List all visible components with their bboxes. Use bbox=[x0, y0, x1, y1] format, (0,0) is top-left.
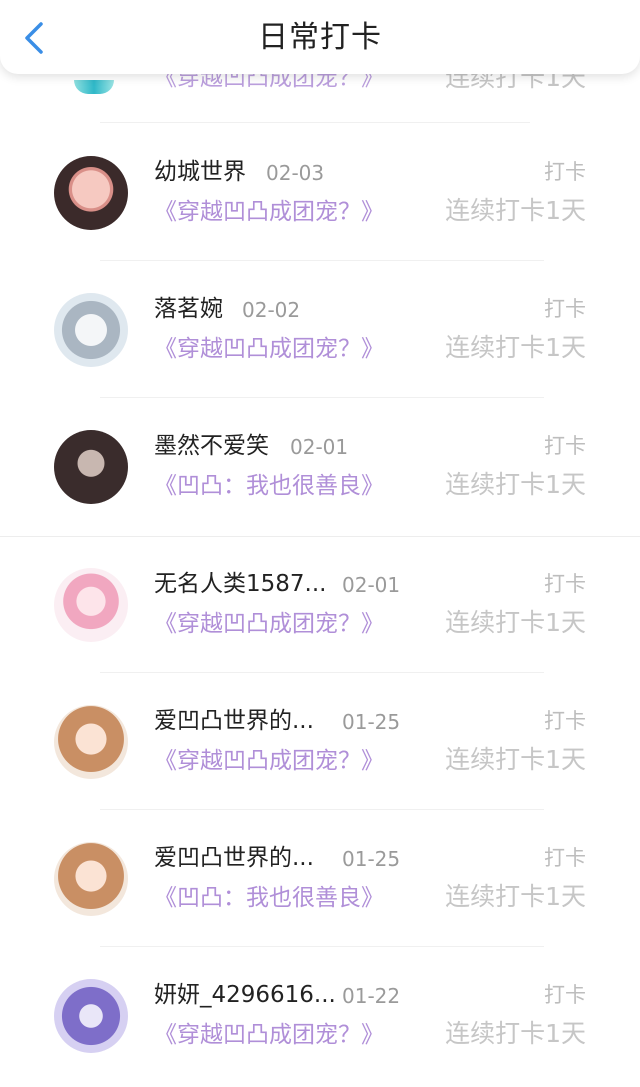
book-title[interactable]: 《穿越凹凸成团宠？》 bbox=[154, 608, 384, 640]
user-name[interactable]: 无名人类1587... bbox=[154, 568, 326, 600]
user-name[interactable]: 爱凹凸世界的... bbox=[154, 705, 314, 737]
checkin-date: 01-25 bbox=[342, 847, 401, 871]
avatar[interactable] bbox=[54, 293, 128, 367]
book-title[interactable]: 《穿越凹凸成团宠？》 bbox=[154, 745, 384, 777]
page-title: 日常打卡 bbox=[258, 20, 382, 55]
checkin-date: 02-02 bbox=[242, 298, 301, 322]
book-title[interactable]: 《穿越凹凸成团宠？》 bbox=[154, 196, 384, 228]
avatar[interactable] bbox=[74, 80, 114, 94]
checkin-date: 01-22 bbox=[342, 984, 401, 1008]
list-item[interactable]: 爱凹凸世界的... 01-25 打卡 《穿越凹凸成团宠？》 连续打卡1天 bbox=[0, 673, 640, 810]
avatar[interactable] bbox=[54, 842, 128, 916]
checkin-date: 01-25 bbox=[342, 710, 401, 734]
list-item[interactable]: 落茗婉 02-02 打卡 《穿越凹凸成团宠？》 连续打卡1天 bbox=[0, 261, 640, 398]
avatar[interactable] bbox=[54, 705, 128, 779]
streak-text: 连续打卡1天 bbox=[445, 608, 586, 637]
streak-text: 连续打卡1天 bbox=[445, 74, 586, 92]
streak-text: 连续打卡1天 bbox=[445, 745, 586, 774]
user-name[interactable]: 幼城世界 bbox=[154, 156, 246, 188]
checkin-label: 打卡 bbox=[544, 572, 586, 596]
list-item[interactable]: 妍妍_4296616... 01-22 打卡 《穿越凹凸成团宠？》 连续打卡1天 bbox=[0, 947, 640, 1084]
streak-text: 连续打卡1天 bbox=[445, 882, 586, 911]
top-bar: 日常打卡 bbox=[0, 0, 640, 74]
user-name[interactable]: 墨然不爱笑 bbox=[154, 430, 269, 462]
checkin-label: 打卡 bbox=[544, 709, 586, 733]
checkin-date: 02-01 bbox=[290, 435, 349, 459]
book-title[interactable]: 《穿越凹凸成团宠？》 bbox=[154, 1019, 384, 1051]
streak-text: 连续打卡1天 bbox=[445, 196, 586, 225]
avatar[interactable] bbox=[54, 979, 128, 1053]
avatar[interactable] bbox=[54, 156, 128, 230]
user-name[interactable]: 爱凹凸世界的... bbox=[154, 842, 314, 874]
list-item-partial[interactable]: 《穿越凹凸成团宠？》 连续打卡1天 bbox=[0, 74, 640, 104]
checkin-date: 02-03 bbox=[266, 161, 325, 185]
user-name[interactable]: 妍妍_4296616... bbox=[154, 979, 336, 1011]
streak-text: 连续打卡1天 bbox=[445, 1019, 586, 1048]
user-name[interactable]: 落茗婉 bbox=[154, 293, 223, 325]
list-item[interactable]: 无名人类1587... 02-01 打卡 《穿越凹凸成团宠？》 连续打卡1天 bbox=[0, 536, 640, 673]
book-title[interactable]: 《凹凸：我也很善良》 bbox=[154, 470, 384, 502]
streak-text: 连续打卡1天 bbox=[445, 470, 586, 499]
list-item[interactable]: 墨然不爱笑 02-01 打卡 《凹凸：我也很善良》 连续打卡1天 bbox=[0, 398, 640, 535]
checkin-label: 打卡 bbox=[544, 297, 586, 321]
checkin-label: 打卡 bbox=[544, 846, 586, 870]
checkin-label: 打卡 bbox=[544, 434, 586, 458]
avatar[interactable] bbox=[54, 568, 128, 642]
book-title[interactable]: 《穿越凹凸成团宠？》 bbox=[154, 74, 384, 94]
checkin-label: 打卡 bbox=[544, 983, 586, 1007]
streak-text: 连续打卡1天 bbox=[445, 333, 586, 362]
book-title[interactable]: 《凹凸：我也很善良》 bbox=[154, 882, 384, 914]
divider bbox=[100, 122, 530, 123]
checkin-date: 02-01 bbox=[342, 573, 401, 597]
checkin-label: 打卡 bbox=[544, 160, 586, 184]
avatar[interactable] bbox=[54, 430, 128, 504]
book-title[interactable]: 《穿越凹凸成团宠？》 bbox=[154, 333, 384, 365]
list-item[interactable]: 爱凹凸世界的... 01-25 打卡 《凹凸：我也很善良》 连续打卡1天 bbox=[0, 810, 640, 947]
list-item[interactable]: 幼城世界 02-03 打卡 《穿越凹凸成团宠？》 连续打卡1天 bbox=[0, 124, 640, 261]
